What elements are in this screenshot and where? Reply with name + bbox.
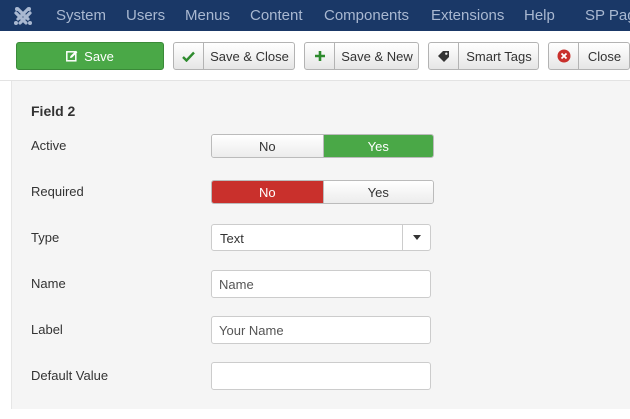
nav-sp-page-builder[interactable]: SP Pag: [585, 7, 630, 24]
field-title: Field 2: [31, 103, 76, 119]
close-circle-icon: [549, 43, 579, 69]
nav-system[interactable]: System: [56, 7, 106, 24]
tag-icon: [429, 43, 459, 69]
active-label: Active: [31, 138, 67, 153]
smart-tags-button[interactable]: Smart Tags: [428, 42, 539, 70]
save-close-label: Save & Close: [210, 48, 289, 64]
nav-users[interactable]: Users: [126, 7, 165, 24]
default-value-label: Default Value: [31, 368, 109, 383]
save-close-button[interactable]: Save & Close: [173, 42, 295, 70]
required-no-option[interactable]: No: [212, 181, 323, 203]
nav-content[interactable]: Content: [250, 7, 303, 24]
smart-tags-label: Smart Tags: [466, 48, 532, 64]
active-no-option[interactable]: No: [212, 135, 323, 157]
close-button[interactable]: Close: [548, 42, 630, 70]
required-toggle: No Yes: [211, 180, 434, 204]
type-select[interactable]: Text: [211, 224, 431, 251]
type-label: Type: [31, 230, 60, 245]
edit-icon: [66, 50, 78, 62]
save-new-button[interactable]: Save & New: [304, 42, 419, 70]
nav-menus[interactable]: Menus: [185, 7, 230, 24]
nav-components[interactable]: Components: [324, 7, 409, 24]
nav-extensions[interactable]: Extensions: [431, 7, 504, 24]
name-input[interactable]: [211, 270, 431, 298]
joomla-logo-icon[interactable]: [12, 5, 34, 27]
label-input[interactable]: [211, 316, 431, 344]
default-value-input[interactable]: [211, 362, 431, 390]
toolbar: Save Save & Close Save & New Smart Tags …: [0, 31, 630, 81]
top-navbar: System Users Menus Content Components Ex…: [0, 0, 630, 31]
required-label: Required: [31, 184, 84, 199]
active-toggle: No Yes: [211, 134, 434, 158]
name-label: Name: [31, 276, 66, 291]
type-select-value: Text: [220, 231, 244, 246]
caret-down-icon: [402, 225, 430, 250]
check-icon: [174, 43, 204, 69]
nav-help[interactable]: Help: [524, 7, 555, 24]
save-button[interactable]: Save: [16, 42, 164, 70]
plus-icon: [305, 43, 335, 69]
close-label: Close: [587, 48, 622, 64]
active-yes-option[interactable]: Yes: [322, 135, 433, 157]
save-label: Save: [84, 48, 114, 64]
save-new-label: Save & New: [341, 48, 413, 64]
label-label: Label: [31, 322, 63, 337]
required-yes-option[interactable]: Yes: [322, 181, 433, 203]
